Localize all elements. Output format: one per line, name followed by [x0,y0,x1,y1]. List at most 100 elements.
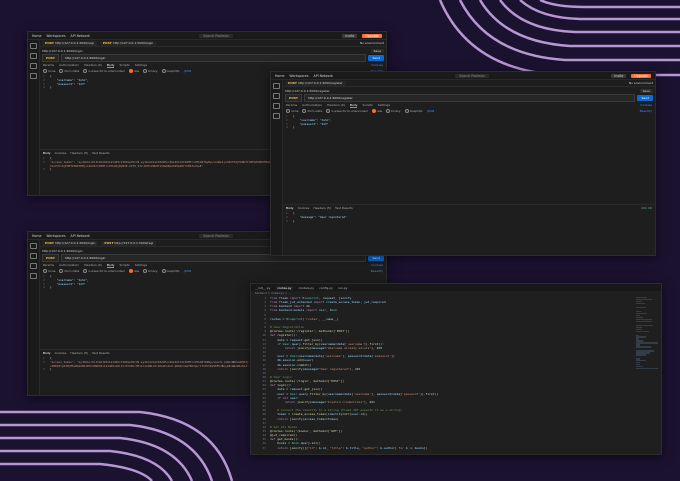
resp-tab-body[interactable]: Body [286,206,294,210]
tab-scripts[interactable]: Scripts [362,103,372,107]
upgrade-button[interactable]: Upgrade [631,73,652,78]
resp-tab-headers[interactable]: Headers (5) [70,351,88,355]
flows-icon[interactable] [273,113,280,119]
cookies-link[interactable]: Cookies [371,63,383,67]
invite-button[interactable]: Invite [611,73,627,78]
save-button[interactable]: Save [639,88,653,93]
body-option-urlencoded[interactable]: x-www-form-urlencoded [326,109,368,113]
method-select[interactable]: POST [42,54,59,62]
search-input[interactable]: Search Postman [455,73,490,78]
tab-params[interactable]: Params [43,63,54,67]
body-format-select[interactable]: JSON [427,109,434,113]
resp-tab-tests[interactable]: Test Results [92,351,110,355]
tab-scripts[interactable]: Scripts [119,63,129,67]
collections-icon[interactable] [273,83,280,89]
cookies-link[interactable]: Cookies [640,103,652,107]
tab-headers[interactable]: Headers (9) [84,263,102,267]
beautify-link[interactable]: Beautify [371,269,383,273]
body-option-form-data[interactable]: form-data [302,109,322,113]
method-select[interactable]: POST [285,94,302,102]
search-input[interactable]: Search Postman [199,33,234,38]
body-format-select[interactable]: JSON [184,69,191,73]
resp-tab-cookies[interactable]: Cookies [298,206,310,210]
tab-settings[interactable]: Settings [135,63,147,67]
tab-scripts[interactable]: Scripts [119,263,129,267]
code-area[interactable]: 1 from flask import Blueprint, request, j… [251,296,661,450]
body-option-form-data[interactable]: form-data [59,269,79,273]
body-option-graphql[interactable]: GraphQL [404,109,423,113]
environments-icon[interactable] [30,253,37,259]
save-button[interactable]: Save [370,48,384,53]
home-link[interactable]: Home [32,34,41,38]
tab-body[interactable]: Body [106,263,115,268]
resp-tab-body[interactable]: Body [43,151,51,155]
body-format-select[interactable]: JSON [184,269,191,273]
upgrade-button[interactable]: Upgrade [362,33,383,38]
environments-icon[interactable] [30,53,37,59]
body-option-none[interactable]: none [43,269,55,273]
resp-tab-tests[interactable]: Test Results [92,151,110,155]
body-option-none[interactable]: none [43,69,55,73]
history-icon[interactable] [30,263,37,269]
body-option-graphql[interactable]: GraphQL [161,269,180,273]
request-tab-active[interactable]: POST http://127.0.0.1:5000/login [99,40,157,46]
collections-icon[interactable] [30,243,37,249]
send-button[interactable]: Send [368,55,384,61]
cookies-link[interactable]: Cookies [371,263,383,267]
history-icon[interactable] [30,63,37,69]
tab-params[interactable]: Params [43,263,54,267]
resp-tab-headers[interactable]: Headers (5) [313,206,331,210]
flows-icon[interactable] [30,73,37,79]
body-option-graphql[interactable]: GraphQL [161,69,180,73]
resp-tab-cookies[interactable]: Cookies [55,351,67,355]
flows-icon[interactable] [30,273,37,279]
body-option-raw[interactable]: raw [128,69,139,73]
tab-settings[interactable]: Settings [378,103,390,107]
beautify-link[interactable]: Beautify [640,109,652,113]
body-option-raw[interactable]: raw [128,269,139,273]
method-select[interactable]: POST [42,254,59,262]
body-option-binary[interactable]: binary [143,69,158,73]
tab-headers[interactable]: Headers (9) [327,103,345,107]
editor-tab[interactable]: __init__.py [255,286,270,290]
body-option-binary[interactable]: binary [386,109,401,113]
body-option-form-data[interactable]: form-data [59,69,79,73]
minimap[interactable] [636,296,658,416]
request-tab-active[interactable]: POST http://127.0.0.1:5000/register [285,80,346,86]
tab-headers[interactable]: Headers (9) [84,63,102,67]
invite-button[interactable]: Invite [342,33,358,38]
environment-select[interactable]: No environment [629,81,653,85]
tab-authorization[interactable]: Authorization [302,103,322,107]
environment-select[interactable]: No environment [360,41,384,45]
tab-body[interactable]: Body [106,63,115,68]
api-network-link[interactable]: API Network [71,234,90,238]
resp-tab-headers[interactable]: Headers (5) [70,151,88,155]
api-network-link[interactable]: API Network [314,74,333,78]
request-tab[interactable]: POST http://127.0.0.1:5000/login [42,240,99,246]
api-network-link[interactable]: API Network [71,34,90,38]
body-option-binary[interactable]: binary [143,269,158,273]
body-option-urlencoded[interactable]: x-www-form-urlencoded [83,269,125,273]
workspaces-menu[interactable]: Workspaces [289,74,308,78]
workspaces-menu[interactable]: Workspaces [46,234,65,238]
body-option-none[interactable]: none [286,109,298,113]
tab-authorization[interactable]: Authorization [59,263,79,267]
tab-settings[interactable]: Settings [135,263,147,267]
url-input[interactable]: http://127.0.0.1:5000/login [60,54,367,62]
environments-icon[interactable] [273,93,280,99]
home-link[interactable]: Home [275,74,284,78]
tab-authorization[interactable]: Authorization [59,63,79,67]
home-link[interactable]: Home [32,234,41,238]
tab-params[interactable]: Params [286,103,297,107]
history-icon[interactable] [273,103,280,109]
tab-body[interactable]: Body [349,103,358,108]
body-option-raw[interactable]: raw [371,109,382,113]
url-input[interactable]: http://127.0.0.1:5000/register [303,94,636,102]
request-tab-2[interactable]: POST http://127.0.0.1:5000/regi [101,240,157,246]
request-body-editor[interactable]: 1{ 2 "username": "John", 3 "password": "… [283,114,655,131]
collections-icon[interactable] [30,43,37,49]
resp-tab-tests[interactable]: Test Results [335,206,353,210]
editor-tab[interactable]: run.py [338,286,348,290]
editor-tab[interactable]: config.py [319,286,333,290]
editor-tab-active[interactable]: routes.py [275,285,294,290]
